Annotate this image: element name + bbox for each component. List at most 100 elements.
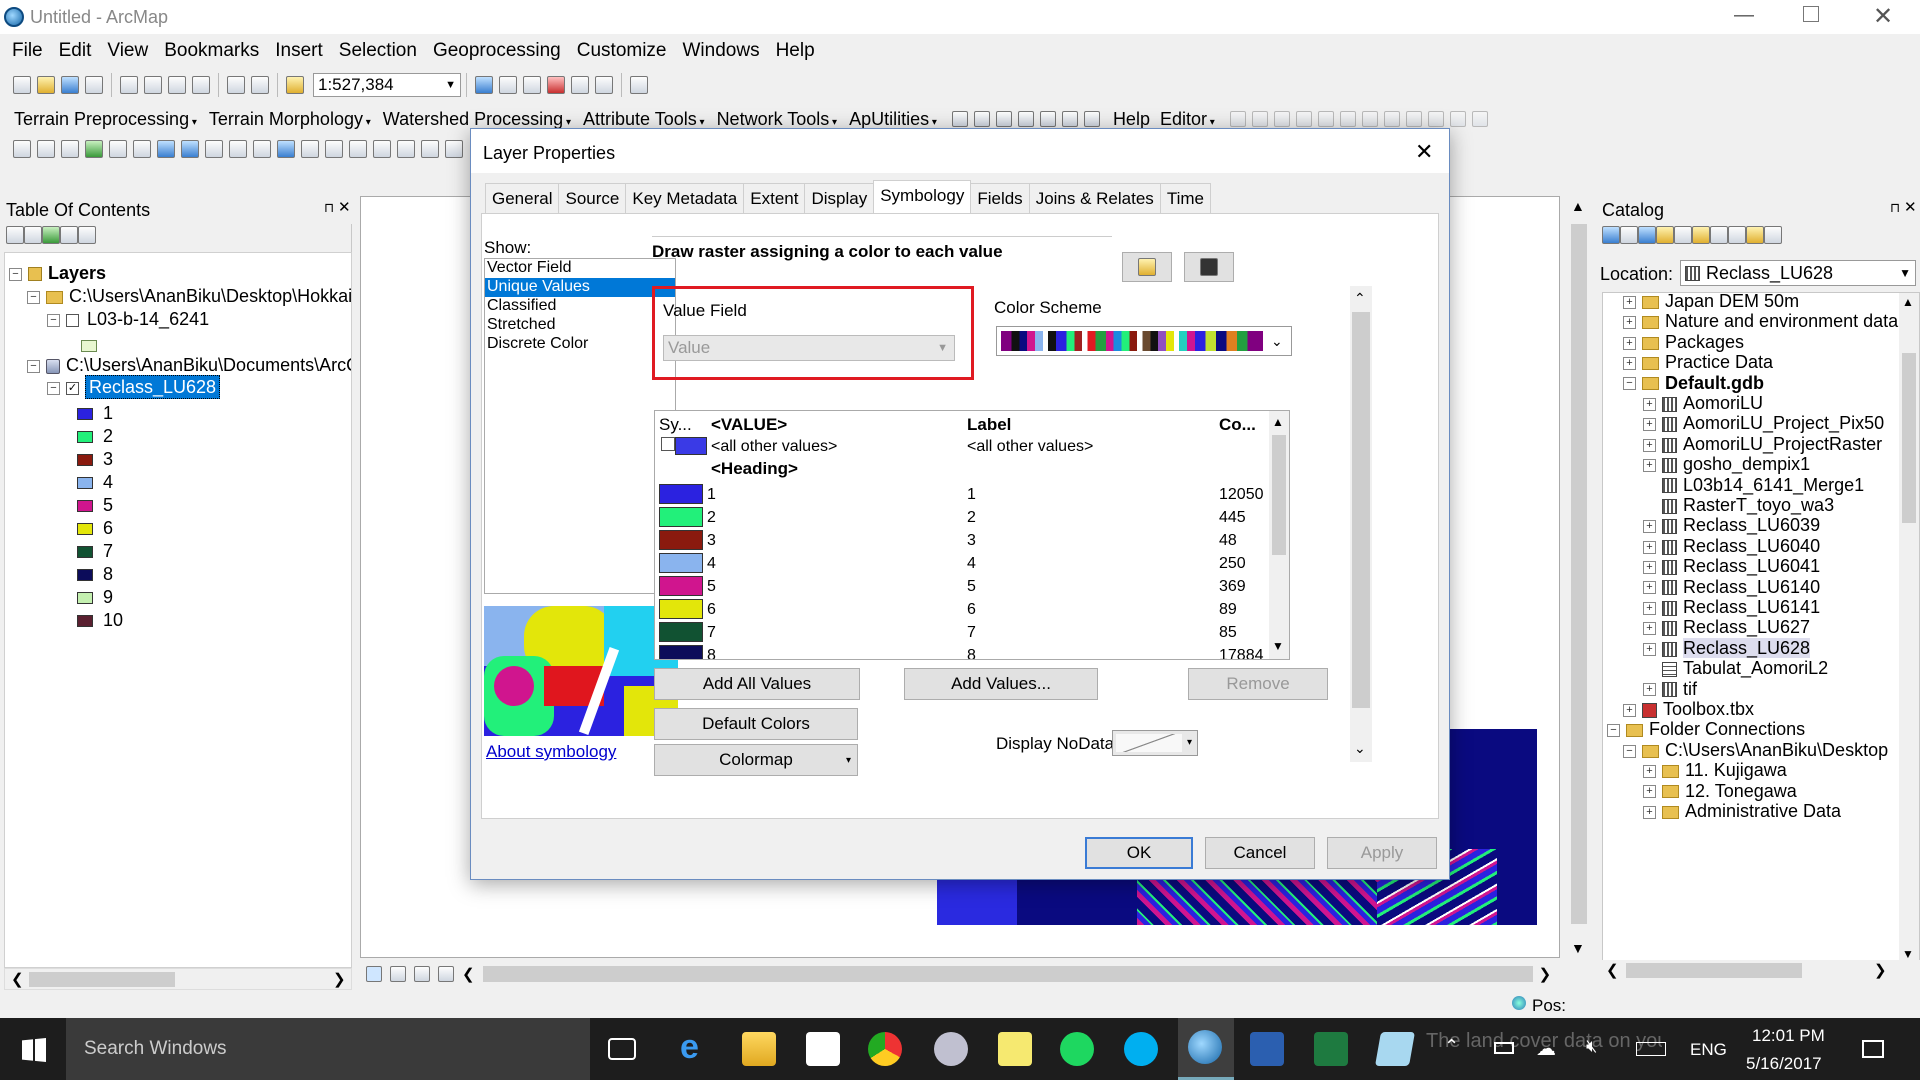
editor-menu-button[interactable]: Editor [1160, 109, 1215, 130]
visibility-checkbox-checked[interactable]: ✓ [66, 381, 79, 395]
list-by-drawing-order-icon[interactable] [6, 226, 24, 244]
heading-row[interactable]: <Heading> [711, 459, 798, 479]
hydro-tool-1-icon[interactable] [951, 111, 968, 127]
up-one-level-icon[interactable] [1656, 226, 1674, 244]
toolbar-menu-terrain-morphology[interactable]: Terrain Morphology [209, 109, 371, 130]
menu-customize[interactable]: Customize [569, 40, 675, 66]
toolbar-menu-network-tools[interactable]: Network Tools [717, 109, 838, 130]
clock-time[interactable]: 12:01 PM [1752, 1026, 1825, 1046]
show-option-discrete-color[interactable]: Discrete Color [485, 335, 675, 354]
identify-icon[interactable] [277, 140, 295, 158]
collapse-icon[interactable]: − [9, 267, 22, 281]
catalog-item[interactable]: + Toolbox.tbx [1623, 699, 1754, 720]
list-by-selection-icon[interactable] [60, 226, 78, 244]
catalog-item[interactable]: − Default.gdb [1623, 373, 1764, 394]
value-row-swatch[interactable] [659, 484, 703, 504]
collapse-icon[interactable]: − [47, 381, 60, 395]
expand-icon[interactable]: − [1607, 724, 1620, 738]
tab-extent[interactable]: Extent [743, 183, 806, 217]
catalog-item[interactable]: + gosho_dempix1 [1643, 454, 1810, 475]
show-option-vector-field[interactable]: Vector Field [485, 259, 675, 278]
nodata-color-picker[interactable]: ▾ [1112, 730, 1198, 756]
editor-toolbar-icon[interactable] [475, 76, 493, 94]
full-extent-icon[interactable] [85, 140, 103, 158]
col-symbol-header[interactable]: Sy... [659, 415, 692, 435]
editor-tool-8-icon[interactable] [1383, 111, 1400, 127]
python-window-icon[interactable] [571, 76, 589, 94]
legend-swatch[interactable] [77, 592, 93, 605]
file-explorer-icon[interactable] [742, 1032, 776, 1066]
expand-icon[interactable]: + [1643, 418, 1656, 432]
menu-insert[interactable]: Insert [267, 40, 331, 66]
zoom-out-icon[interactable] [37, 140, 55, 158]
clock-date[interactable]: 5/16/2017 [1746, 1054, 1822, 1074]
onedrive-icon[interactable]: ☁ [1536, 1036, 1556, 1061]
value-row[interactable]: 8 8 17884 [655, 644, 1267, 659]
data-view-icon[interactable] [366, 966, 382, 982]
hydro-tool-3-icon[interactable] [995, 111, 1012, 127]
search-window-icon[interactable] [630, 76, 648, 94]
other-values-checkbox[interactable] [661, 437, 675, 451]
other-values-swatch[interactable] [675, 437, 707, 455]
expand-icon[interactable]: + [1643, 642, 1656, 656]
catalog-item[interactable]: + Administrative Data [1643, 801, 1841, 822]
expand-icon[interactable]: + [1623, 703, 1636, 717]
catalog-options-icon[interactable] [1764, 226, 1782, 244]
dialog-close-button[interactable]: ✕ [1415, 139, 1433, 165]
refresh-icon[interactable] [414, 966, 430, 982]
colormap-button[interactable]: Colormap ▾ [654, 744, 858, 776]
legend-swatch[interactable] [77, 477, 93, 490]
editor-tool-12-icon[interactable] [1471, 111, 1488, 127]
editor-tool-4-icon[interactable] [1295, 111, 1312, 127]
legend-swatch[interactable] [77, 431, 93, 444]
search-box[interactable]: Search Windows [66, 1018, 590, 1080]
menu-selection[interactable]: Selection [331, 40, 425, 66]
value-row-swatch[interactable] [659, 530, 703, 550]
keyboard-icon[interactable] [1636, 1042, 1666, 1056]
col-label-header[interactable]: Label [967, 415, 1011, 435]
chrome-icon[interactable] [868, 1032, 902, 1066]
expand-icon[interactable]: + [1643, 785, 1656, 799]
battery-icon[interactable] [1494, 1042, 1514, 1054]
task-view-icon[interactable] [608, 1038, 636, 1060]
new-document-icon[interactable] [13, 76, 31, 94]
tab-source[interactable]: Source [558, 183, 627, 217]
expand-icon[interactable]: + [1643, 458, 1656, 472]
expand-icon[interactable]: + [1643, 581, 1656, 595]
close-window-button[interactable]: ✕ [1873, 2, 1893, 31]
hydro-tool-4-icon[interactable] [1017, 111, 1034, 127]
catalog-item[interactable]: + Reclass_LU6040 [1643, 536, 1820, 557]
volume-muted-icon[interactable]: 🔇︎ [1586, 1036, 1597, 1057]
col-count-header[interactable]: Co... [1219, 415, 1256, 435]
location-combo[interactable]: Reclass_LU628 ▼ [1680, 260, 1916, 286]
collapse-icon[interactable]: − [47, 313, 60, 327]
value-row[interactable]: 6 6 89 [655, 598, 1267, 621]
value-row-swatch[interactable] [659, 622, 703, 642]
menu-help[interactable]: Help [768, 40, 823, 66]
catalog-vscrollbar[interactable]: ▲ ▼ [1899, 293, 1919, 967]
print-icon[interactable] [85, 76, 103, 94]
map-vscrollbar-track[interactable]: ▲ ▼ [1568, 196, 1590, 962]
hydro-tool-7-icon[interactable] [1083, 111, 1100, 127]
catalog-item[interactable]: Tabulat_AomoriL2 [1643, 658, 1828, 679]
group1-node[interactable]: − C:\Users\AnanBiku\Desktop\Hokkaido [27, 286, 351, 307]
catalog-item[interactable]: +12. Tonegawa [1643, 781, 1797, 802]
tab-key-metadata[interactable]: Key Metadata [625, 183, 745, 217]
value-row[interactable]: 5 5 369 [655, 575, 1267, 598]
save-icon[interactable] [61, 76, 79, 94]
editor-tool-11-icon[interactable] [1449, 111, 1466, 127]
expand-icon[interactable]: + [1643, 601, 1656, 615]
views-icon[interactable] [1728, 226, 1746, 244]
sticky-notes-icon[interactable] [998, 1032, 1032, 1066]
value-row[interactable]: 7 7 85 [655, 621, 1267, 644]
toc-hscrollbar[interactable]: ❮ ❯ [4, 968, 352, 990]
editor-tool-3-icon[interactable] [1273, 111, 1290, 127]
time-slider-icon[interactable] [445, 140, 463, 158]
expand-icon[interactable]: − [1623, 377, 1636, 391]
expand-icon[interactable]: + [1623, 356, 1636, 370]
toolbar-menu-aputilities[interactable]: ApUtilities [849, 109, 937, 130]
add-values-button[interactable]: Add Values... [904, 668, 1098, 700]
hyperlink-icon[interactable] [301, 140, 319, 158]
toc-options-icon[interactable] [78, 226, 96, 244]
connect-folder-icon[interactable] [1692, 226, 1710, 244]
